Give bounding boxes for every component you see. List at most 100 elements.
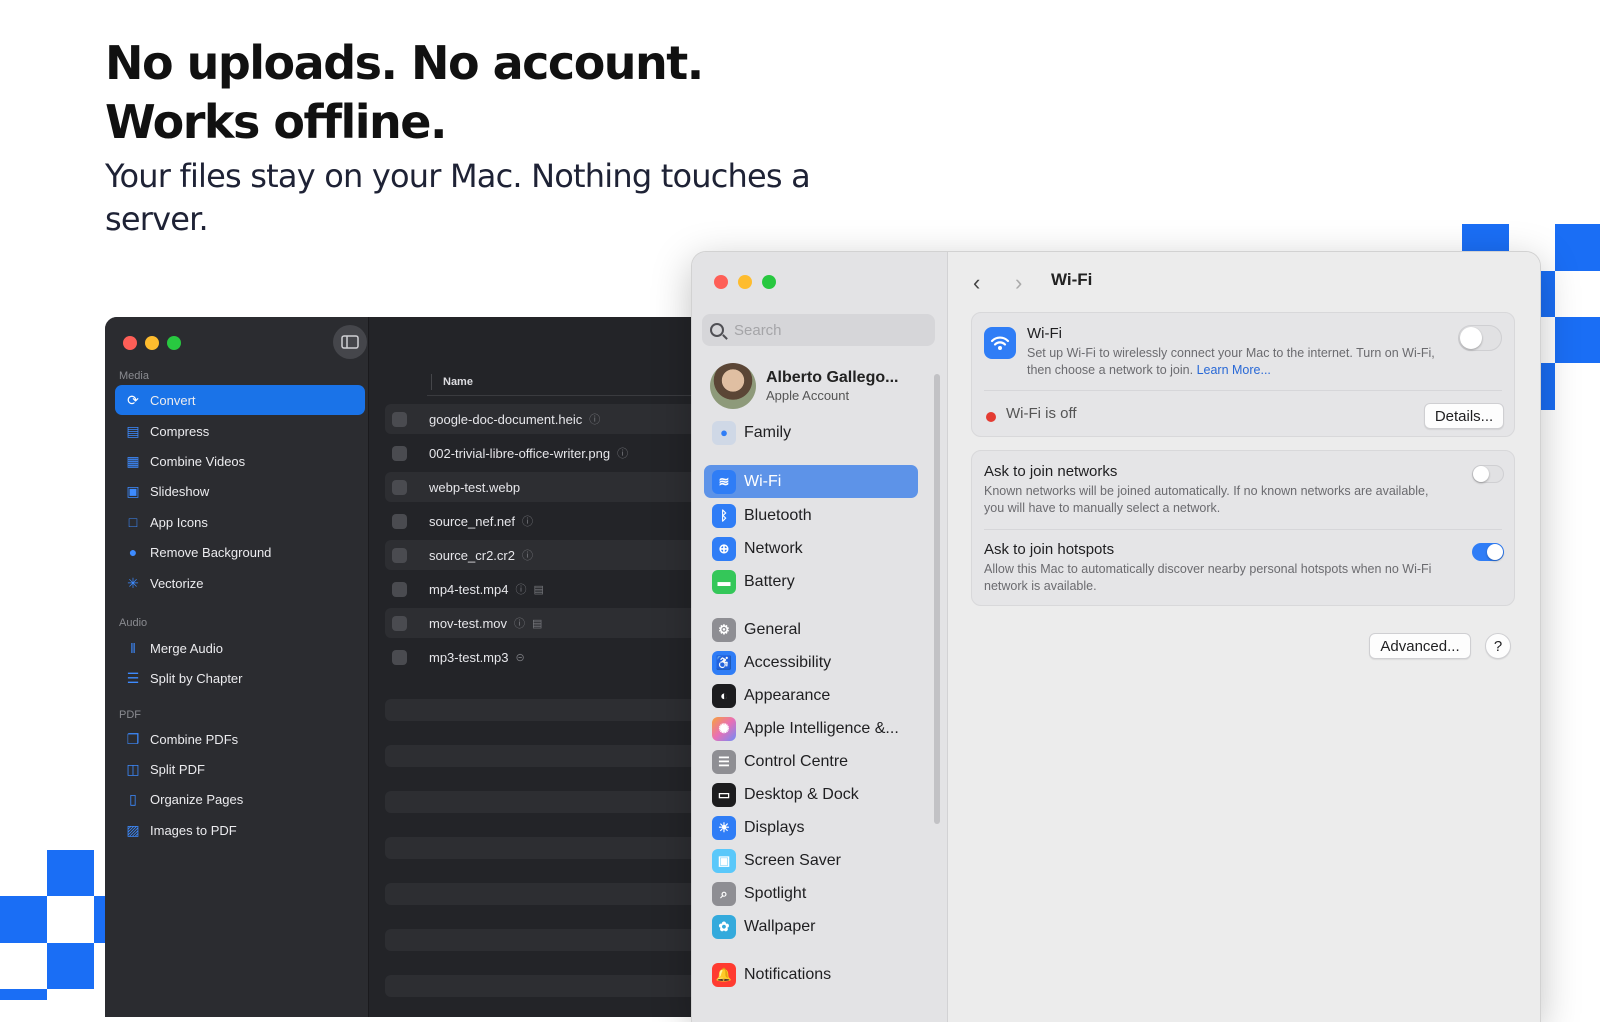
wifi-icon (984, 327, 1016, 359)
ask-hotspots-toggle[interactable] (1472, 543, 1504, 561)
spotlight-icon: ⌕ (712, 881, 736, 906)
info-icon[interactable]: ⓘ (515, 581, 526, 597)
join-options-card: Ask to join networks Known networks will… (971, 450, 1515, 606)
sidebar-item-organize-pages[interactable]: ▯ Organize Pages (115, 784, 365, 814)
sidebar-item-slideshow[interactable]: ▣ Slideshow (115, 476, 365, 506)
subheadline: Your files stay on your Mac. Nothing tou… (105, 157, 811, 238)
sidebar-item-general[interactable]: ⚙ General (704, 613, 918, 646)
sidebar-item-split-by-chapter[interactable]: ☰ Split by Chapter (115, 663, 365, 693)
sidebar-item-combine-videos[interactable]: ▦ Combine Videos (115, 446, 365, 476)
file-row[interactable]: google-doc-document.heic ⓘ (385, 404, 735, 434)
learn-more-link[interactable]: Learn More... (1197, 363, 1271, 377)
sidebar-item-compress[interactable]: ▤ Compress (115, 416, 365, 446)
sidebar-item-split-pdf[interactable]: ◫ Split PDF (115, 754, 365, 784)
file-row[interactable]: 002-trivial-libre-office-writer.png ⓘ (385, 438, 735, 468)
info-icon[interactable]: ⓘ (589, 411, 600, 427)
name-column-header[interactable]: Name (427, 374, 735, 396)
sidebar-item-label: Combine PDFs (150, 731, 239, 747)
empty-row (385, 837, 735, 859)
file-row[interactable]: source_nef.nef ⓘ (385, 506, 735, 536)
minimize-window-button[interactable] (145, 336, 159, 350)
sidebar-item-battery[interactable]: ▬ Battery (704, 565, 918, 598)
combine-videos-icon: ▦ (126, 452, 140, 469)
sidebar-item-label: Combine Videos (150, 453, 246, 469)
zoom-window-button[interactable] (167, 336, 181, 350)
close-window-button[interactable] (123, 336, 137, 350)
sidebar-item-accessibility[interactable]: ♿ Accessibility (704, 646, 918, 679)
sidebar-item-screen-saver[interactable]: ▣ Screen Saver (704, 844, 918, 877)
file-checkbox[interactable] (392, 411, 407, 427)
sidebar-item-images-to-pdf[interactable]: ▨ Images to PDF (115, 815, 365, 845)
file-row[interactable]: webp-test.webp (385, 472, 735, 502)
empty-row (385, 975, 735, 997)
help-button[interactable]: ? (1485, 633, 1511, 659)
sidebar-item-desktop-dock[interactable]: ▭ Desktop & Dock (704, 778, 918, 811)
wifi-icon: ≋ (712, 469, 736, 494)
sidebar-item-wallpaper[interactable]: ✿ Wallpaper (704, 910, 918, 943)
apple-account-item[interactable]: Alberto Gallego... Apple Account (710, 362, 930, 410)
convert-icon: ⟳ (127, 391, 139, 408)
wifi-toggle[interactable] (1458, 325, 1502, 351)
details-button[interactable]: Details... (1424, 403, 1504, 429)
sidebar-item-app-icons[interactable]: □ App Icons (115, 507, 365, 537)
info-icon[interactable]: ⓘ (617, 445, 628, 461)
ask-networks-title: Ask to join networks (984, 463, 1118, 480)
close-window-button[interactable] (714, 275, 728, 289)
sidebar-item-remove-background[interactable]: ● Remove Background (115, 537, 365, 567)
search-icon (710, 323, 724, 337)
sidebar-item-combine-pdfs[interactable]: ❐ Combine PDFs (115, 724, 365, 754)
empty-row (385, 791, 735, 813)
sidebar-item-displays[interactable]: ☀ Displays (704, 811, 918, 844)
family-icon: ● (712, 420, 736, 445)
appearance-icon: ◐ (712, 683, 736, 708)
sidebar-section-pdf: PDF (119, 709, 141, 721)
file-name: mp3-test.mp3 (429, 649, 509, 665)
zoom-window-button[interactable] (762, 275, 776, 289)
split-by-chapter-icon: ☰ (126, 669, 140, 686)
settings-sidebar: Search Alberto Gallego... Apple Account … (692, 252, 948, 1022)
forward-arrow-icon[interactable]: › (1015, 270, 1022, 296)
desktop-dock-icon: ▭ (712, 782, 736, 807)
sidebar-item-appearance[interactable]: ◐ Appearance (704, 679, 918, 712)
file-checkbox[interactable] (392, 649, 407, 665)
sidebar-item-bluetooth[interactable]: ᛒ Bluetooth (704, 499, 918, 532)
file-checkbox[interactable] (392, 513, 407, 529)
file-row[interactable]: mp4-test.mp4 ⓘ ▤ (385, 574, 735, 604)
file-checkbox[interactable] (392, 479, 407, 495)
file-checkbox[interactable] (392, 445, 407, 461)
sidebar-item-convert[interactable]: ⟳ Convert (115, 385, 365, 415)
sidebar-item-label: Vectorize (150, 575, 204, 591)
sidebar-item-network[interactable]: ⊕ Network (704, 532, 918, 565)
file-checkbox[interactable] (392, 547, 407, 563)
minimize-window-button[interactable] (738, 275, 752, 289)
wallpaper-icon: ✿ (712, 914, 736, 939)
sidebar-item-merge-audio[interactable]: ‖ Merge Audio (115, 633, 365, 663)
info-icon[interactable]: ⓘ (522, 547, 533, 563)
file-checkbox[interactable] (392, 581, 407, 597)
info-icon[interactable]: ⓘ (522, 513, 533, 529)
sidebar-item-spotlight[interactable]: ⌕ Spotlight (704, 877, 918, 910)
converter-app-window: Media ⟳ Convert ▤ Compress ▦ Combine Videos… (105, 317, 735, 1017)
advanced-button[interactable]: Advanced... (1369, 633, 1471, 659)
back-arrow-icon[interactable]: ‹ (973, 270, 980, 296)
file-row[interactable]: mp3-test.mp3 ⊝ (385, 642, 735, 672)
sidebar-item-apple-intelligence[interactable]: ✺ Apple Intelligence &... (704, 712, 918, 745)
file-row[interactable]: mov-test.mov ⓘ ▤ (385, 608, 735, 638)
file-checkbox[interactable] (392, 615, 407, 631)
sidebar-scrollbar[interactable] (934, 374, 940, 824)
sidebar-item-notifications[interactable]: 🔔 Notifications (704, 958, 918, 991)
info-icon[interactable]: ⓘ (514, 615, 525, 631)
sidebar-toggle-button[interactable] (333, 325, 367, 359)
ask-networks-toggle[interactable] (1472, 465, 1504, 483)
sidebar-item-control-centre[interactable]: ☰ Control Centre (704, 745, 918, 778)
page-title: Wi-Fi (1051, 270, 1093, 289)
sidebar-item-family[interactable]: ● Family (704, 416, 918, 449)
sidebar-item-wifi[interactable]: ≋ Wi-Fi (704, 465, 918, 498)
file-name: google-doc-document.heic (429, 411, 583, 427)
file-row[interactable]: source_cr2.cr2 ⓘ (385, 540, 735, 570)
search-input[interactable]: Search (702, 314, 935, 346)
sidebar-item-label: Convert (150, 392, 196, 408)
file-name: mp4-test.mp4 (429, 581, 509, 597)
sidebar-item-vectorize[interactable]: ✳ Vectorize (115, 568, 365, 598)
wifi-status: Wi-Fi is off (1006, 405, 1077, 422)
